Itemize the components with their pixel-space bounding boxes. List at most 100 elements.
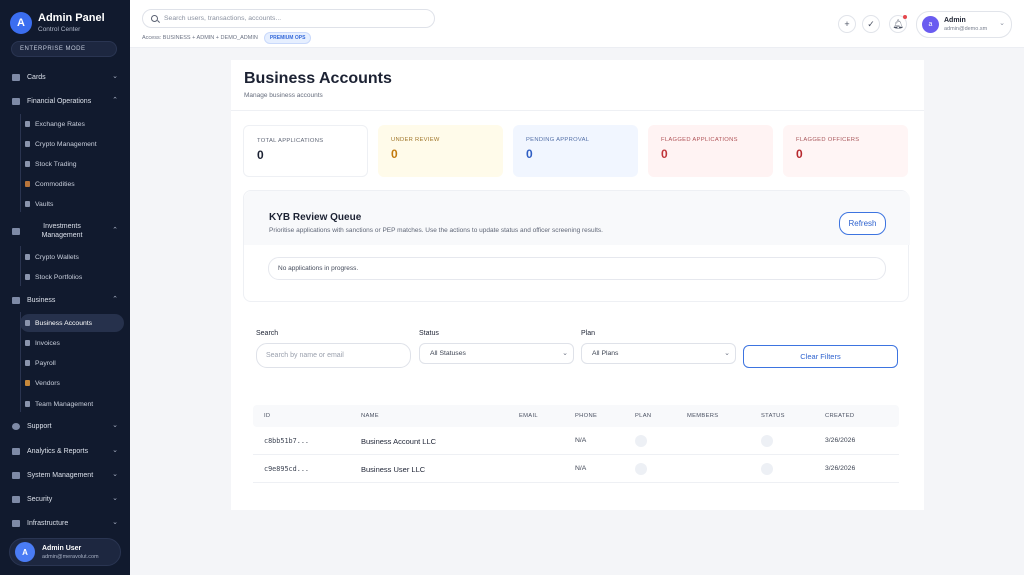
access-text: Access: BUSINESS + ADMIN + DEMO_ADMIN (142, 35, 258, 41)
user-email: admin@meravolut.com (42, 553, 99, 560)
sidebar-item-label: Stock Portfolios (35, 273, 83, 281)
sidebar-item-commodities[interactable]: Commodities (20, 175, 124, 193)
card-icon (12, 73, 20, 81)
sidebar-group-label: Cards (27, 73, 46, 81)
sidebar-group-system-management[interactable]: System Management ⌄ (6, 466, 124, 484)
sidebar-item-label: Exchange Rates (35, 120, 85, 128)
main-panel: Business Accounts Manage business accoun… (231, 60, 924, 510)
search-label: Search (256, 330, 279, 337)
sidebar-group-label: Investments Management (41, 223, 83, 239)
check-circle-icon[interactable]: ✓ (862, 15, 880, 33)
page-header: Business Accounts Manage business accoun… (231, 60, 924, 111)
account-email: admin@demo.sm (944, 26, 988, 32)
sidebar-group-financial-operations[interactable]: Financial Operations ⌃ (6, 92, 124, 110)
user-name: Admin User (42, 544, 82, 552)
sidebar-item-crypto-wallets[interactable]: Crypto Wallets (20, 248, 124, 266)
page-title: Business Accounts (244, 70, 392, 87)
sidebar-group-business[interactable]: Business ⌃ (6, 291, 124, 309)
table-row[interactable]: c9e895cd... Business User LLC N/A 3/26/2… (253, 455, 899, 483)
chevron-down-icon: ⌄ (112, 519, 118, 526)
handshake-icon (25, 380, 30, 386)
gear-icon (12, 471, 20, 479)
sidebar-item-label: Crypto Management (35, 140, 97, 148)
sidebar-item-stock-portfolios[interactable]: Stock Portfolios (20, 268, 124, 286)
sidebar-group-analytics[interactable]: Analytics & Reports ⌄ (6, 442, 124, 460)
exchange-icon (25, 121, 30, 127)
row-id: c9e895cd... (264, 465, 310, 473)
building-icon (12, 296, 20, 304)
sidebar-item-vaults[interactable]: Vaults (20, 195, 124, 213)
notification-dot (903, 15, 907, 19)
chevron-up-icon: ⌃ (112, 97, 118, 104)
sidebar-group-security[interactable]: Security ⌄ (6, 490, 124, 508)
column-header-members: MEMBERS (687, 413, 719, 419)
brand-logo: A (10, 12, 32, 34)
vault-icon (25, 201, 30, 207)
plan-select[interactable]: All Plans ⌄ (581, 343, 736, 364)
sidebar-item-label: Stock Trading (35, 160, 77, 168)
sidebar-item-label: Invoices (35, 339, 60, 347)
sidebar-item-exchange-rates[interactable]: Exchange Rates (20, 115, 124, 133)
stat-value: 0 (661, 147, 668, 161)
sidebar-item-vendors[interactable]: Vendors (20, 374, 124, 392)
status-badge (761, 435, 773, 447)
plan-label: Plan (581, 330, 596, 337)
topbar: Search users, transactions, accounts... … (130, 0, 1024, 48)
sidebar-item-team-management[interactable]: Team Management (20, 395, 124, 413)
chevron-down-icon: ⌄ (112, 422, 118, 429)
sidebar-group-support[interactable]: Support ⌄ (6, 417, 124, 435)
sidebar-group-label: Infrastructure (27, 519, 69, 527)
column-header-phone: PHONE (575, 413, 598, 419)
status-select[interactable]: All Statuses ⌄ (419, 343, 574, 364)
sidebar-group-label: System Management (27, 471, 94, 479)
brand-subtitle: Control Center (38, 26, 81, 33)
sidebar-item-payroll[interactable]: Payroll (20, 354, 124, 372)
sidebar-user-card[interactable]: A Admin User admin@meravolut.com (9, 538, 121, 566)
stat-value: 0 (391, 147, 398, 161)
sidebar-group-investments[interactable]: Investments Management ⌃ (6, 219, 124, 243)
column-header-plan: PLAN (635, 413, 652, 419)
chevron-up-icon: ⌃ (112, 296, 118, 303)
clear-filters-button[interactable]: Clear Filters (743, 345, 898, 368)
enterprise-mode-badge[interactable]: ENTERPRISE MODE (11, 41, 117, 57)
brand[interactable]: A Admin Panel Control Center (10, 12, 105, 34)
sidebar-item-crypto-management[interactable]: Crypto Management (20, 135, 124, 153)
sidebar-item-business-accounts[interactable]: Business Accounts (20, 314, 124, 332)
row-created: 3/26/2026 (825, 465, 856, 472)
refresh-button[interactable]: Refresh (839, 212, 886, 235)
column-header-created: CREATED (825, 413, 855, 419)
search-icon (151, 15, 158, 22)
access-info: Access: BUSINESS + ADMIN + DEMO_ADMIN PR… (142, 32, 312, 44)
sidebar-group-label: Security (27, 495, 53, 503)
global-search-input[interactable]: Search users, transactions, accounts... (142, 9, 435, 28)
sidebar-item-invoices[interactable]: Invoices (20, 334, 124, 352)
bank-icon (12, 97, 20, 105)
sidebar-item-stock-trading[interactable]: Stock Trading (20, 155, 124, 173)
stat-card-flagged-officers: FLAGGED OFFICERS 0 (783, 125, 908, 177)
sidebar: A Admin Panel Control Center ENTERPRISE … (0, 0, 130, 575)
headset-icon (12, 422, 20, 430)
sidebar-group-label: Support (27, 422, 52, 430)
table-header: ID NAME EMAIL PHONE PLAN MEMBERS STATUS … (253, 405, 899, 427)
sidebar-group-infrastructure[interactable]: Infrastructure ⌄ (6, 514, 124, 532)
column-header-status: STATUS (761, 413, 785, 419)
status-label: Status (419, 330, 439, 337)
sidebar-item-label: Business Accounts (35, 319, 93, 327)
column-header-id: ID (264, 413, 271, 419)
row-created: 3/26/2026 (825, 437, 856, 444)
sidebar-group-cards[interactable]: Cards ⌄ (6, 68, 124, 86)
sidebar-item-label: Payroll (35, 359, 56, 367)
column-header-email: EMAIL (519, 413, 538, 419)
table-row[interactable]: c8bb51b7... Business Account LLC N/A 3/2… (253, 427, 899, 455)
plus-icon[interactable]: + (838, 15, 856, 33)
server-icon (12, 519, 20, 527)
sidebar-item-label: Team Management (35, 400, 94, 408)
chevron-down-icon: ⌄ (562, 350, 568, 357)
chevron-down-icon: ⌄ (112, 471, 118, 478)
chevron-down-icon: ⌄ (724, 350, 730, 357)
gold-bars-icon (25, 181, 30, 187)
sidebar-group-label: Financial Operations (27, 97, 92, 105)
search-input[interactable]: Search by name or email (256, 343, 411, 368)
kyb-header: KYB Review Queue Prioritise applications… (244, 191, 910, 245)
account-menu[interactable]: a Admin admin@demo.sm ⌄ (916, 11, 1012, 38)
